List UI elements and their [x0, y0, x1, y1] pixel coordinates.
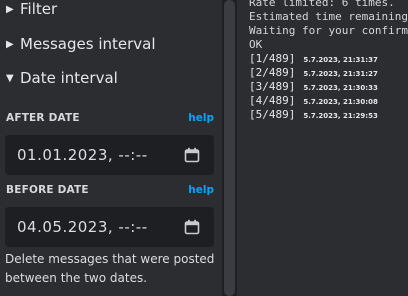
- log-line: Estimated time remaining: [249, 10, 408, 23]
- log-line: Rate limited: 6 times.: [249, 0, 395, 9]
- log-line: OK: [249, 38, 263, 51]
- log-entry: [2/489] 5.7.2023, 21:31:27: [249, 66, 378, 79]
- date-interval-description: Delete messages that were posted between…: [5, 252, 215, 285]
- section-filter[interactable]: ▶ Filter: [6, 0, 57, 20]
- scrollbar-thumb[interactable]: [224, 0, 235, 296]
- log-entry-timestamp: 5.7.2023, 21:30:08: [303, 98, 378, 106]
- log-line: Waiting for your confirm: [249, 24, 408, 37]
- log-entry-index: [3/489]: [249, 80, 296, 93]
- log-entry: [3/489] 5.7.2023, 21:30:33: [249, 80, 378, 93]
- log-entry-index: [5/489]: [249, 108, 296, 121]
- log-entry: [5/489] 5.7.2023, 21:29:53: [249, 108, 378, 121]
- section-date-interval[interactable]: ▼ Date interval: [6, 67, 118, 89]
- log-output: Rate limited: 6 times. Estimated time re…: [237, 0, 408, 296]
- log-entry-timestamp: 5.7.2023, 21:30:33: [303, 84, 378, 92]
- section-messages-interval[interactable]: ▶ Messages interval: [6, 33, 156, 55]
- before-date-label: BEFORE DATE: [6, 184, 89, 196]
- after-date-input[interactable]: 01.01.2023, --:--: [5, 135, 214, 175]
- log-entry-timestamp: 5.7.2023, 21:31:37: [303, 56, 378, 64]
- calendar-icon[interactable]: [184, 147, 200, 163]
- after-date-label: AFTER DATE: [6, 112, 80, 124]
- log-entry-index: [1/489]: [249, 52, 296, 65]
- log-entry-timestamp: 5.7.2023, 21:31:27: [303, 70, 378, 78]
- settings-panel: ▶ Filter ▶ Messages interval ▼ Date inte…: [0, 0, 222, 296]
- before-date-value: 04.05.2023, --:--: [17, 218, 148, 236]
- log-entry-index: [2/489]: [249, 66, 296, 79]
- calendar-icon[interactable]: [184, 219, 200, 235]
- after-date-value: 01.01.2023, --:--: [17, 146, 148, 164]
- log-entry-timestamp: 5.7.2023, 21:29:53: [303, 112, 378, 120]
- before-date-input[interactable]: 04.05.2023, --:--: [5, 207, 214, 247]
- log-entry: [4/489] 5.7.2023, 21:30:08: [249, 94, 378, 107]
- section-filter-label: Filter: [20, 0, 58, 18]
- section-messages-interval-label: Messages interval: [20, 35, 156, 53]
- log-entry-index: [4/489]: [249, 94, 296, 107]
- collapsed-triangle-icon: ▶: [6, 3, 14, 15]
- log-entry: [1/489] 5.7.2023, 21:31:37: [249, 52, 378, 65]
- expanded-triangle-icon: ▼: [6, 72, 14, 84]
- section-date-interval-label: Date interval: [20, 69, 118, 87]
- before-date-help-link[interactable]: help: [188, 184, 214, 196]
- after-date-help-link[interactable]: help: [188, 112, 214, 124]
- collapsed-triangle-icon: ▶: [6, 38, 14, 50]
